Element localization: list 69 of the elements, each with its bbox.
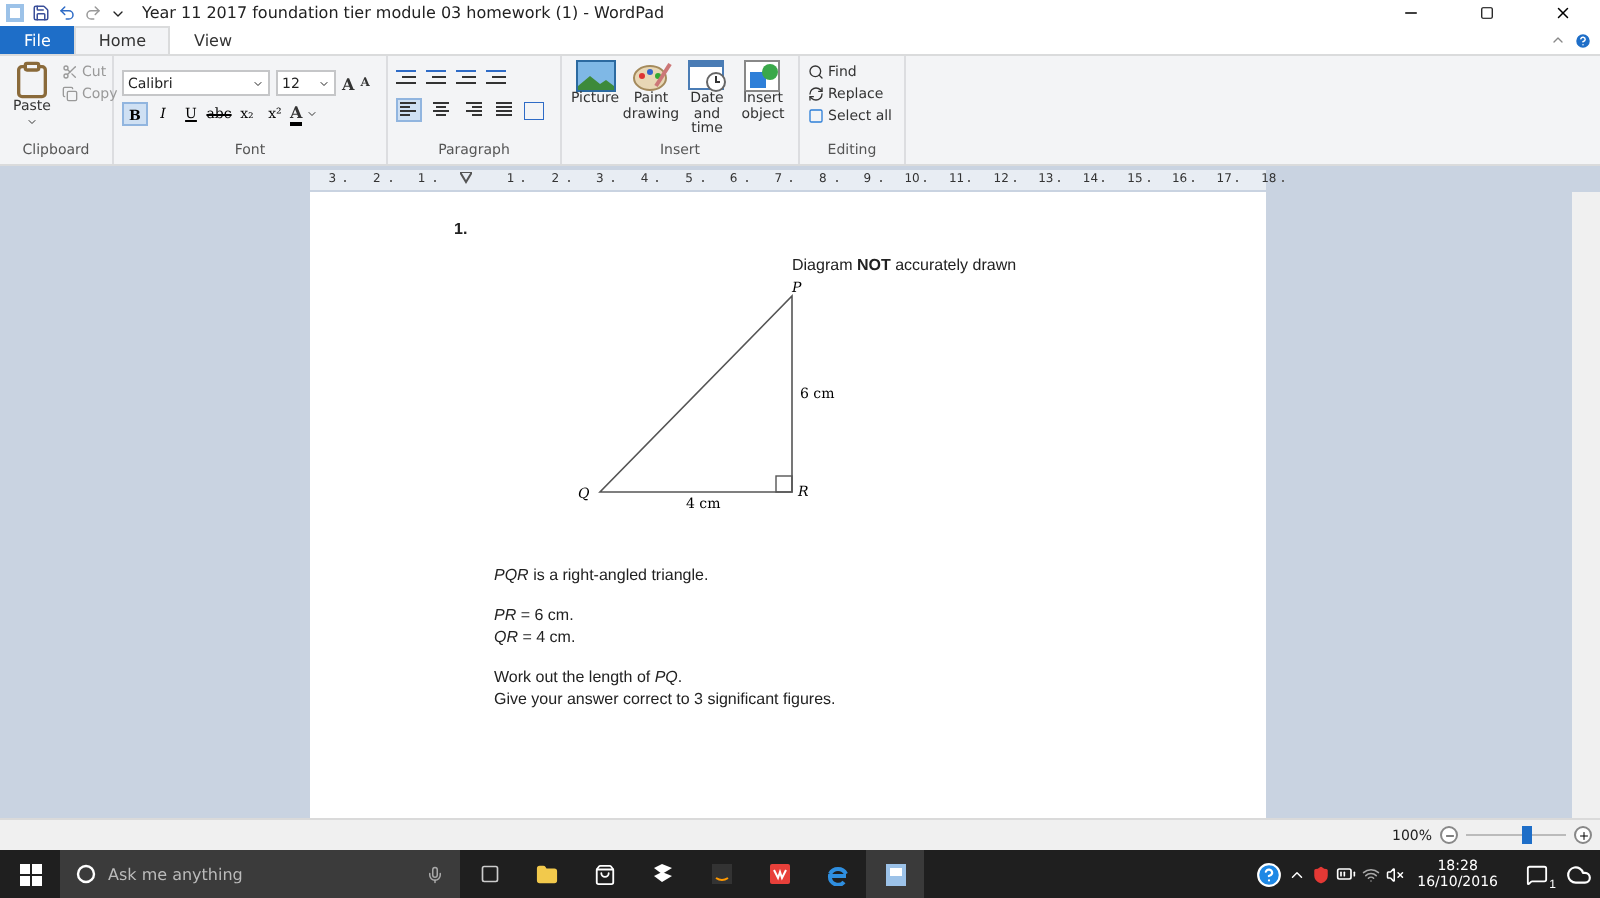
folder-icon bbox=[536, 863, 558, 885]
plus-icon bbox=[1577, 829, 1589, 841]
font-color-button[interactable]: A bbox=[290, 102, 319, 126]
caret-icon bbox=[252, 77, 264, 89]
zoom-in-button[interactable] bbox=[1574, 826, 1592, 844]
grow-font-button[interactable]: A bbox=[342, 73, 355, 93]
shopping-bag-icon bbox=[594, 863, 616, 885]
search-field[interactable]: Ask me anything bbox=[104, 863, 418, 885]
search-bar[interactable]: Ask me anything bbox=[60, 850, 460, 898]
align-left-icon bbox=[400, 102, 418, 118]
window-title: Year 11 2017 foundation tier module 03 homework (1) - WordPad bbox=[142, 4, 665, 22]
diagram-caption: Diagram NOT accurately drawn bbox=[792, 256, 1017, 274]
cloud-icon[interactable] bbox=[1566, 861, 1592, 887]
question-text: Give your answer correct to 3 significant figures. bbox=[494, 690, 836, 708]
caret-icon bbox=[306, 108, 319, 120]
ribbon-tab[interactable]: Home bbox=[74, 26, 171, 54]
align-center-button[interactable] bbox=[428, 98, 454, 122]
restore-icon bbox=[1479, 6, 1493, 20]
battery-icon[interactable] bbox=[1335, 864, 1356, 884]
smile-tile-icon bbox=[711, 864, 731, 884]
align-justify-icon bbox=[496, 102, 514, 118]
wifi-icon[interactable] bbox=[1361, 865, 1380, 883]
muted-volume-icon[interactable] bbox=[1385, 865, 1404, 883]
question-text: PQR is a right-angled triangle. bbox=[494, 566, 709, 584]
clipboard-icon bbox=[12, 60, 52, 100]
line-spacing-icon[interactable] bbox=[486, 70, 510, 86]
landscape-picture-icon bbox=[575, 60, 615, 92]
close-icon bbox=[1553, 4, 1571, 22]
task-view-icon bbox=[479, 864, 499, 884]
undo-icon[interactable] bbox=[58, 4, 76, 22]
shield-icon[interactable] bbox=[1311, 865, 1330, 883]
indent-decrease-icon[interactable] bbox=[396, 70, 420, 86]
question-number: 1. bbox=[454, 220, 470, 238]
scissors-icon bbox=[62, 64, 78, 80]
taskbar-app-button[interactable] bbox=[866, 850, 924, 898]
align-justify-button[interactable] bbox=[492, 98, 518, 122]
copy-icon bbox=[62, 86, 78, 102]
message-icon bbox=[1525, 863, 1547, 885]
align-left-button[interactable] bbox=[396, 98, 422, 122]
indent-marker-icon[interactable] bbox=[460, 171, 473, 183]
question-text: QR = 4 cm. bbox=[494, 628, 576, 646]
zoom-out-button[interactable] bbox=[1440, 826, 1458, 844]
align-right-button[interactable] bbox=[460, 98, 486, 122]
paint-palette-icon bbox=[631, 60, 671, 92]
zoom-slider-thumb[interactable] bbox=[1522, 826, 1532, 844]
vertical-scrollbar[interactable] bbox=[1572, 192, 1600, 818]
select-all-icon bbox=[808, 108, 824, 124]
question-text: Work out the length of PQ. bbox=[494, 668, 683, 686]
align-center-icon bbox=[432, 102, 450, 118]
document-window-icon bbox=[885, 863, 905, 885]
windows-logo-icon bbox=[19, 863, 41, 885]
redo-icon[interactable] bbox=[84, 4, 102, 22]
circle-icon bbox=[76, 864, 96, 884]
caret-icon bbox=[318, 77, 330, 89]
file-menu-tab[interactable]: File bbox=[0, 26, 75, 54]
save-icon[interactable] bbox=[32, 4, 50, 22]
replace-icon bbox=[808, 86, 824, 102]
collapse-ribbon-icon[interactable] bbox=[1550, 32, 1566, 48]
microphone-icon[interactable] bbox=[426, 865, 444, 883]
paragraph-settings-icon[interactable] bbox=[524, 101, 544, 119]
caret-icon bbox=[26, 115, 38, 128]
browser-icon bbox=[826, 863, 848, 885]
question-text: PR = 6 cm. bbox=[494, 606, 574, 624]
help-icon[interactable] bbox=[1255, 861, 1282, 887]
letter-tile-icon bbox=[769, 864, 789, 884]
minus-icon bbox=[1443, 829, 1455, 841]
align-right-icon bbox=[464, 102, 482, 118]
indent-increase-icon[interactable] bbox=[426, 70, 450, 86]
bullet-list-icon[interactable] bbox=[456, 70, 480, 86]
